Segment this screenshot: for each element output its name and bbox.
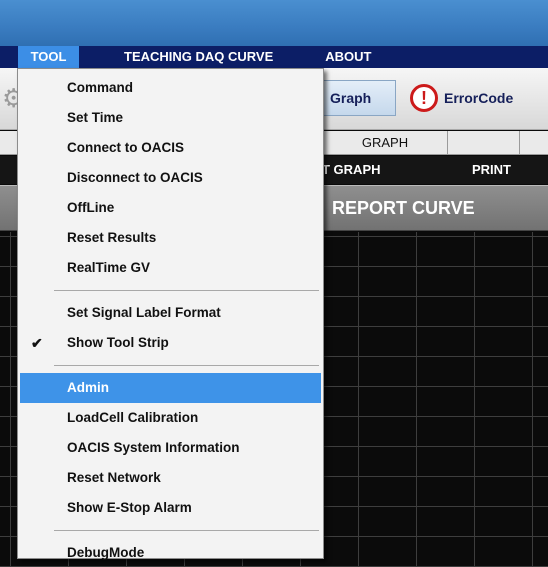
tool-dropdown-menu: Command Set Time Connect to OACIS Disconnec… [17,68,324,560]
menu-item-label: Connect to OACIS [67,140,184,155]
checkmark-icon: ✔ [31,335,43,351]
print-button[interactable]: PRINT [472,162,511,177]
menu-item-label: Show Tool Strip [67,335,169,350]
error-alert-icon: ! [410,84,438,112]
report-title: REPORT CURVE [332,198,475,218]
menu-item-label: Disconnect to OACIS [67,170,203,185]
menu-bar: TOOL TEACHING DAQ CURVE ABOUT [0,46,548,68]
menu-item-set-signal-label-format[interactable]: Set Signal Label Format [18,298,323,328]
tab-extra[interactable] [519,131,548,155]
graph-button-label: Graph [330,90,372,106]
menu-item-realtime-gv[interactable]: RealTime GV [18,253,323,283]
menu-about[interactable]: ABOUT [315,46,381,68]
menu-item-admin[interactable]: Admin [20,373,321,403]
menu-item-label: LoadCell Calibration [67,410,199,425]
menu-item-label: Admin [67,380,109,395]
tab-graph[interactable]: GRAPH [322,131,448,155]
menu-item-disconnect-to-oacis[interactable]: Disconnect to OACIS [18,163,323,193]
menu-separator [54,290,319,291]
errorcode-button[interactable]: ! ErrorCode [402,80,542,116]
menu-item-label: Set Time [67,110,124,125]
menu-item-label: OACIS System Information [67,440,240,455]
menu-tool[interactable]: TOOL [18,46,79,68]
menu-teaching-daq-curve[interactable]: TEACHING DAQ CURVE [114,46,283,68]
menu-item-label: Set Signal Label Format [67,305,221,320]
menu-item-label: DebugMode [67,545,145,560]
graph-section-label[interactable]: T GRAPH [322,162,381,177]
menu-item-show-tool-strip[interactable]: ✔ Show Tool Strip [18,328,323,358]
menu-item-label: OffLine [67,200,115,215]
errorcode-button-label: ErrorCode [444,90,514,106]
menu-item-loadcell-calibration[interactable]: LoadCell Calibration [18,403,323,433]
menu-item-label: Reset Results [67,230,157,245]
menu-separator [54,530,319,531]
menu-item-oacis-system-information[interactable]: OACIS System Information [18,433,323,463]
menu-item-offline[interactable]: OffLine [18,193,323,223]
menu-separator [54,365,319,366]
menu-item-label: Command [67,80,134,95]
menu-item-debugmode[interactable]: DebugMode [18,538,323,567]
menu-item-command[interactable]: Command [18,73,323,103]
title-bar [0,0,548,46]
menu-item-connect-to-oacis[interactable]: Connect to OACIS [18,133,323,163]
menu-item-reset-network[interactable]: Reset Network [18,463,323,493]
menu-item-label: Show E-Stop Alarm [67,500,192,515]
menu-item-set-time[interactable]: Set Time [18,103,323,133]
menu-item-reset-results[interactable]: Reset Results [18,223,323,253]
menu-item-show-e-stop-alarm[interactable]: Show E-Stop Alarm [18,493,323,523]
menu-item-label: Reset Network [67,470,161,485]
graph-button[interactable]: Graph [322,80,396,116]
menu-item-label: RealTime GV [67,260,151,275]
